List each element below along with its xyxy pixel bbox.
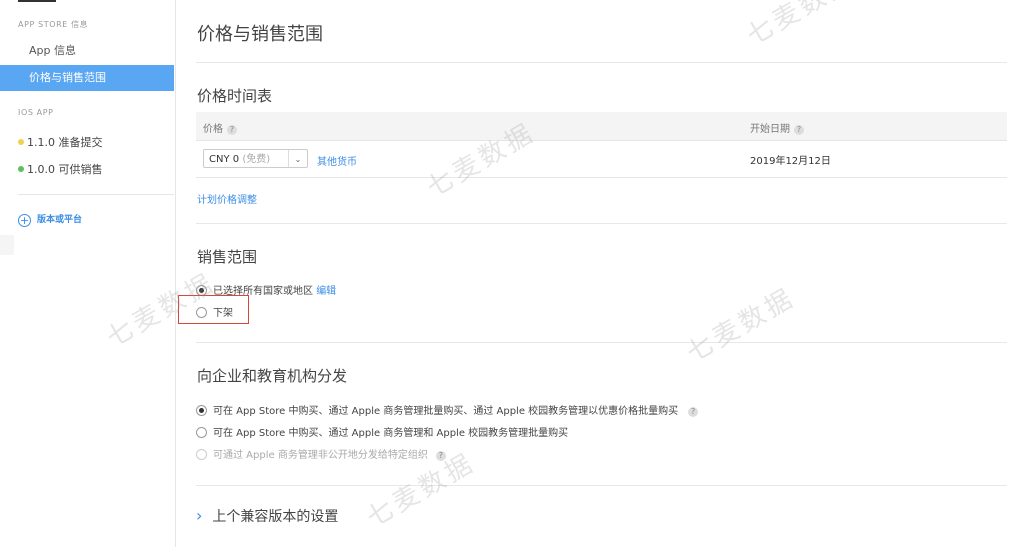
- sidebar-item-app-info[interactable]: App 信息: [0, 38, 174, 64]
- radio-selected-icon[interactable]: [196, 405, 207, 416]
- status-dot-icon: [18, 139, 24, 145]
- price-select-value: CNY 0: [209, 154, 240, 165]
- version-label: 1.0.0 可供销售: [27, 163, 103, 176]
- version-label: 1.1.0 准备提交: [27, 136, 103, 149]
- help-icon[interactable]: ?: [227, 125, 237, 135]
- previous-version-settings-label: 上个兼容版本的设置: [212, 509, 339, 525]
- sidebar-section-ios-app: IOS APP: [18, 108, 54, 117]
- enterprise-option-1[interactable]: 可在 App Store 中购买、通过 Apple 商务管理批量购买、通过 Ap…: [196, 402, 699, 417]
- sidebar-item-pricing[interactable]: 价格与销售范围: [0, 65, 174, 91]
- sidebar-version-1-0-0[interactable]: 1.0.0 可供销售: [18, 161, 103, 177]
- option-label: 可通过 Apple 商务管理非公开地分发给特定组织: [213, 450, 428, 461]
- enterprise-option-2[interactable]: 可在 App Store 中购买、通过 Apple 商务管理和 Apple 校园…: [196, 424, 568, 439]
- col-start-label: 开始日期: [750, 124, 790, 135]
- help-icon[interactable]: ?: [794, 125, 804, 135]
- sales-range-title: 销售范围: [197, 248, 258, 266]
- sidebar-top-line: [18, 0, 56, 2]
- option-label: 可在 App Store 中购买、通过 Apple 商务管理和 Apple 校园…: [213, 428, 569, 439]
- main-content: 价格与销售范围 价格时间表 价格? 开始日期? CNY 0 (免费) ⌄ 其他货…: [176, 0, 1010, 547]
- sidebar: APP STORE 信息 App 信息 价格与销售范围 IOS APP 1.1.…: [0, 0, 176, 547]
- sidebar-divider: [18, 194, 174, 195]
- help-icon[interactable]: ?: [688, 407, 699, 417]
- add-platform-label: 版本或平台: [37, 215, 83, 225]
- other-currency-link[interactable]: 其他货币: [317, 153, 357, 168]
- table-row: CNY 0 (免费) ⌄ 其他货币 2019年12月12日: [196, 141, 1007, 178]
- previous-version-settings-toggle[interactable]: › 上个兼容版本的设置: [196, 506, 338, 526]
- chevron-down-icon: ⌄: [288, 150, 307, 167]
- edit-link[interactable]: 编辑: [316, 286, 336, 297]
- plan-price-adjust-link[interactable]: 计划价格调整: [197, 191, 257, 206]
- col-start-header: 开始日期?: [750, 120, 804, 135]
- divider: [196, 62, 1007, 63]
- page-title: 价格与销售范围: [197, 24, 323, 45]
- divider: [196, 342, 1007, 343]
- sidebar-version-1-1-0[interactable]: 1.1.0 准备提交: [18, 134, 103, 150]
- price-select-hint: (免费): [242, 154, 271, 165]
- help-icon[interactable]: ?: [435, 451, 446, 461]
- sidebar-stub: [0, 235, 14, 255]
- chevron-right-icon: ›: [196, 506, 203, 525]
- plus-icon: +: [18, 214, 31, 227]
- sidebar-section-app-store: APP STORE 信息: [18, 20, 89, 29]
- status-dot-icon: [18, 166, 24, 172]
- start-date: 2019年12月12日: [750, 156, 831, 167]
- price-table-header: 价格? 开始日期?: [196, 112, 1007, 141]
- radio-icon[interactable]: [196, 427, 207, 438]
- highlight-box: [178, 295, 249, 324]
- col-price-label: 价格: [203, 124, 223, 135]
- price-schedule-title: 价格时间表: [197, 87, 273, 105]
- divider: [196, 223, 1007, 224]
- price-select[interactable]: CNY 0 (免费) ⌄: [203, 149, 308, 168]
- option-label: 可在 App Store 中购买、通过 Apple 商务管理批量购买、通过 Ap…: [213, 406, 679, 417]
- enterprise-title: 向企业和教育机构分发: [197, 367, 348, 385]
- col-price-header: 价格?: [203, 120, 237, 135]
- enterprise-option-3: 可通过 Apple 商务管理非公开地分发给特定组织?: [196, 446, 446, 461]
- divider: [196, 485, 1007, 486]
- add-platform-button[interactable]: + 版本或平台: [18, 212, 82, 227]
- radio-disabled-icon: [196, 449, 207, 460]
